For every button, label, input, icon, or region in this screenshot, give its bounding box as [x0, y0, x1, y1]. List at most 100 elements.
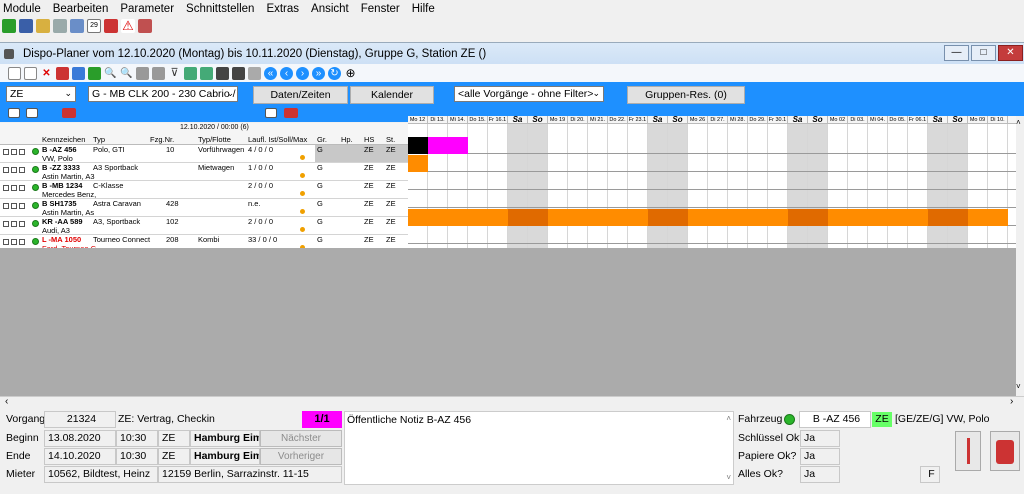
- copy-icon[interactable]: [24, 66, 37, 80]
- vehicle-state-icon[interactable]: [990, 431, 1020, 471]
- vorgang-filter-select[interactable]: <alle Vorgänge - ohne Filter> ⌄: [454, 86, 604, 102]
- booking-bar-long[interactable]: [448, 209, 468, 226]
- report-icon[interactable]: [104, 19, 118, 33]
- row-checkbox[interactable]: [11, 203, 17, 209]
- scroll-down-icon[interactable]: ˅: [1016, 382, 1021, 391]
- new-icon[interactable]: [8, 66, 21, 80]
- maximize-button[interactable]: □: [971, 45, 996, 61]
- ende-station[interactable]: ZE: [158, 448, 190, 465]
- col-kennzeichen[interactable]: Kennzeichen: [42, 135, 85, 144]
- vehicle-row[interactable]: B -MB 1234 Mercedes Benz, C-Klasse 2 / 0 / …: [0, 181, 408, 199]
- mieter-nr[interactable]: 10562, Bildtest, Heinz: [44, 466, 158, 483]
- row-checkbox[interactable]: [3, 167, 9, 173]
- row-checkbox[interactable]: [3, 185, 9, 191]
- view-b-icon[interactable]: [284, 108, 298, 118]
- booking-bar-long[interactable]: [488, 209, 508, 226]
- col-gr[interactable]: Gr.: [317, 135, 327, 144]
- menu-parameter[interactable]: Parameter: [120, 3, 174, 15]
- view-a-icon[interactable]: [265, 108, 277, 118]
- prev-page-icon[interactable]: ‹: [280, 66, 293, 80]
- menu-ansicht[interactable]: Ansicht: [311, 3, 349, 15]
- row-checkbox[interactable]: [11, 167, 17, 173]
- booking-bar-long[interactable]: [408, 209, 428, 226]
- group-select[interactable]: G - MB CLK 200 - 230 Cabrio / BM⌄: [88, 86, 238, 102]
- day-column[interactable]: [828, 124, 848, 248]
- first-page-icon[interactable]: «: [264, 66, 277, 80]
- menu-module[interactable]: Module: [3, 3, 41, 15]
- mieter-address[interactable]: 12159 Berlin, Sarrazinstr. 11-15: [158, 466, 342, 483]
- delete-icon[interactable]: ✕: [40, 67, 53, 80]
- print-icon[interactable]: [136, 66, 149, 80]
- booking-bar-long[interactable]: [988, 209, 1008, 226]
- day-column[interactable]: [988, 124, 1008, 248]
- booking-bar-start[interactable]: [408, 155, 428, 172]
- row-checkbox[interactable]: [19, 203, 25, 209]
- alles-value[interactable]: Ja: [800, 466, 840, 483]
- row-checkbox[interactable]: [3, 239, 9, 245]
- daten-zeiten-button[interactable]: Daten/Zeiten: [253, 86, 348, 104]
- booking-bar-long[interactable]: [968, 209, 988, 226]
- booking-bar-long[interactable]: [828, 209, 848, 226]
- booking-bar-long[interactable]: [708, 209, 728, 226]
- f-value[interactable]: F: [920, 466, 940, 483]
- booking-bar-long[interactable]: [528, 209, 548, 226]
- vehicle-row[interactable]: B -AZ 456 VW, Polo Polo, GTI 10 Vorführwagen…: [0, 145, 408, 163]
- booking-bar-long[interactable]: [568, 209, 588, 226]
- booking-bar-long[interactable]: [748, 209, 768, 226]
- vehicle-row[interactable]: KR -AA 589 Audi, A3 A3, Sportback 102 2 / 0 …: [0, 217, 408, 235]
- notiz-scroll-down-icon[interactable]: ˅: [726, 473, 731, 482]
- scroll-up-icon[interactable]: ˄: [1016, 118, 1021, 127]
- menu-schnittstellen[interactable]: Schnittstellen: [186, 3, 254, 15]
- col-hp[interactable]: Hp.: [341, 135, 353, 144]
- day-column[interactable]: [848, 124, 868, 248]
- ende-date[interactable]: 14.10.2020: [44, 448, 116, 465]
- export-icon[interactable]: [248, 66, 261, 80]
- day-column[interactable]: [608, 124, 628, 248]
- row-checkbox[interactable]: [19, 221, 25, 227]
- booking-bar-long[interactable]: [888, 209, 908, 226]
- scroll-right-icon[interactable]: ›: [1010, 396, 1013, 407]
- booking-bar-long[interactable]: [868, 209, 888, 226]
- day-column[interactable]: [588, 124, 608, 248]
- save-icon[interactable]: [19, 19, 33, 33]
- schluessel-value[interactable]: Ja: [800, 430, 840, 447]
- grid-icon[interactable]: [138, 19, 152, 33]
- beginn-time[interactable]: 10:30: [116, 430, 158, 447]
- day-column[interactable]: [868, 124, 888, 248]
- booking-bar-long[interactable]: [608, 209, 628, 226]
- zoom-out-icon[interactable]: 🔍: [120, 67, 133, 80]
- last-page-icon[interactable]: »: [312, 66, 325, 80]
- notiz-area[interactable]: Öffentliche Notiz B-AZ 456 ˄ ˅: [344, 411, 734, 485]
- day-column[interactable]: [728, 124, 748, 248]
- booking-bar-long[interactable]: [728, 209, 748, 226]
- row-checkbox[interactable]: [11, 149, 17, 155]
- filter-icon[interactable]: ⊽: [168, 67, 181, 80]
- booking-bar-long[interactable]: [628, 209, 648, 226]
- col-typ[interactable]: Typ: [93, 135, 105, 144]
- day-column[interactable]: [968, 124, 988, 248]
- next-page-icon[interactable]: ›: [296, 66, 309, 80]
- prev-vorgang-button[interactable]: Vorheriger Vorgang: [260, 448, 342, 477]
- reload-icon[interactable]: ↻: [328, 66, 341, 80]
- day-column[interactable]: [468, 124, 488, 248]
- transfer-icon[interactable]: [72, 66, 85, 80]
- bar-b-icon[interactable]: [232, 66, 245, 80]
- row-checkbox[interactable]: [11, 221, 17, 227]
- station-select[interactable]: ZE ⌄: [6, 86, 76, 102]
- day-column[interactable]: [668, 124, 688, 248]
- key-cabinet-icon[interactable]: [955, 431, 981, 471]
- col-laufleistung[interactable]: Laufl. Ist/Soll/Max: [248, 135, 307, 144]
- beginn-date[interactable]: 13.08.2020: [44, 430, 116, 447]
- hand-icon[interactable]: [53, 19, 67, 33]
- globe-icon[interactable]: ⊕: [344, 66, 357, 80]
- kalender-button[interactable]: Kalender: [350, 86, 434, 104]
- row-checkbox[interactable]: [3, 203, 9, 209]
- next-vorgang-button[interactable]: Nächster Vorgang: [260, 430, 342, 459]
- print-preview-icon[interactable]: [152, 66, 165, 80]
- col-fzgnr[interactable]: Fzg.Nr.: [150, 135, 174, 144]
- edit-icon[interactable]: [56, 66, 69, 80]
- scroll-left-icon[interactable]: ‹: [5, 396, 8, 407]
- day-column[interactable]: [568, 124, 588, 248]
- vertical-scrollbar[interactable]: ˄ ˅: [1016, 116, 1024, 396]
- row-checkbox[interactable]: [3, 221, 9, 227]
